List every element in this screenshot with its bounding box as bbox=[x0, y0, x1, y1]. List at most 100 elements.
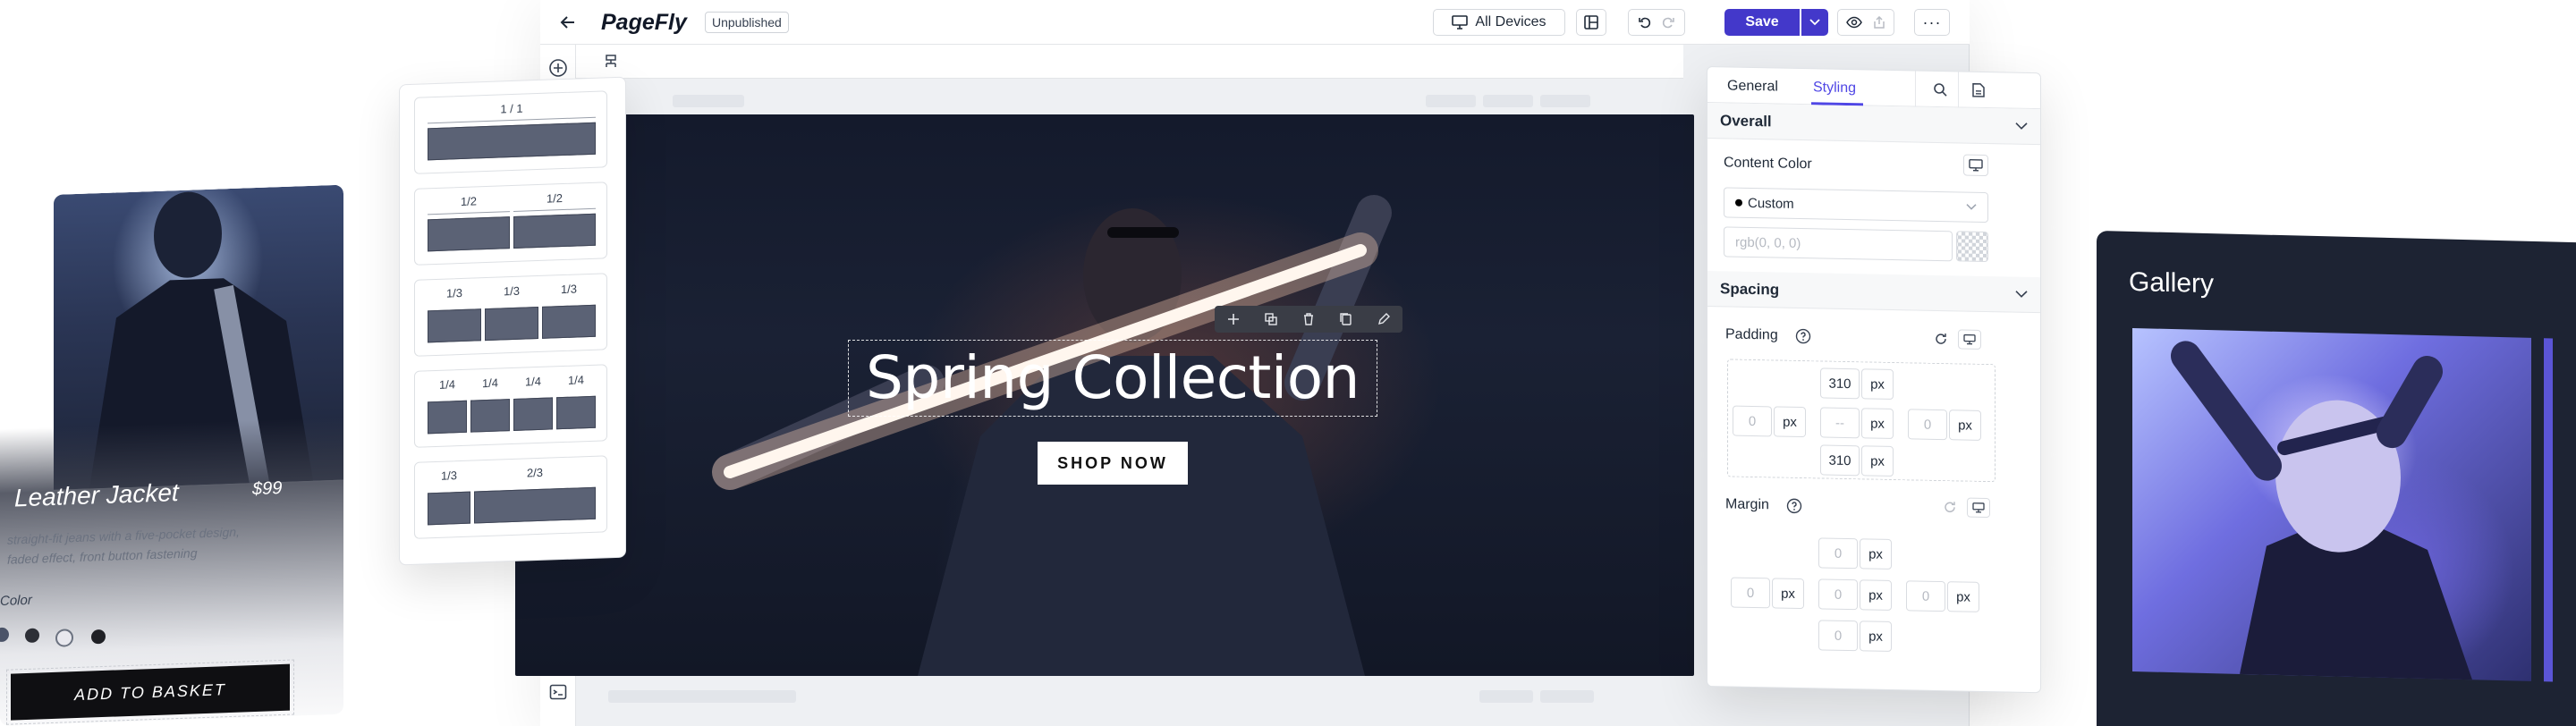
padding-top-unit[interactable]: px bbox=[1861, 368, 1894, 401]
product-card: Leather Jacket $99 straight-fit jeans wi… bbox=[0, 184, 343, 726]
padding-right-input[interactable]: 0 bbox=[1908, 409, 1947, 441]
padding-left-unit[interactable]: px bbox=[1774, 406, 1806, 438]
layout-option-1-1[interactable]: 1 / 1 bbox=[414, 90, 607, 174]
search-icon[interactable] bbox=[1933, 82, 1947, 97]
placeholder-bar bbox=[1426, 95, 1476, 107]
layout-column bbox=[485, 306, 538, 342]
hero-heading-selection[interactable]: Spring Collection bbox=[848, 340, 1377, 417]
padding-left-value: 0 bbox=[1748, 413, 1757, 429]
color-value-input[interactable]: rgb(0, 0, 0) bbox=[1724, 226, 1953, 262]
layout-option-1-3-2-3[interactable]: 1/3 2/3 bbox=[414, 455, 607, 539]
hero-section[interactable]: Spring Collection SHOP NOW bbox=[515, 114, 1694, 676]
add-element-icon[interactable] bbox=[547, 57, 569, 79]
add-to-basket-button[interactable]: ADD TO BASKET bbox=[6, 658, 294, 726]
layout-label: 1/3 bbox=[503, 283, 521, 299]
tab-divider bbox=[1915, 71, 1916, 107]
desktop-icon[interactable] bbox=[1967, 497, 1990, 519]
layout-label: 1/4 bbox=[481, 376, 499, 391]
tab-general[interactable]: General bbox=[1727, 78, 1778, 95]
layout-option-1-4[interactable]: 1/4 1/4 1/4 1/4 bbox=[414, 364, 607, 448]
move-icon[interactable] bbox=[1227, 313, 1240, 325]
eye-icon[interactable] bbox=[1846, 16, 1862, 29]
save-options-button[interactable] bbox=[1801, 9, 1828, 36]
desktop-icon[interactable] bbox=[1963, 154, 1988, 177]
help-icon[interactable] bbox=[1795, 328, 1811, 344]
margin-left-input[interactable]: 0 bbox=[1731, 577, 1770, 609]
padding-bottom-input[interactable]: 310 bbox=[1820, 444, 1860, 477]
layout-label: 1 / 1 bbox=[500, 101, 523, 116]
color-picker-swatch[interactable] bbox=[1956, 231, 1988, 263]
margin-center-unit[interactable]: px bbox=[1860, 579, 1892, 611]
layout-label: 1/2 bbox=[546, 191, 564, 206]
terminal-icon[interactable] bbox=[547, 681, 569, 703]
layout-column bbox=[428, 216, 510, 252]
tab-styling[interactable]: Styling bbox=[1813, 80, 1856, 97]
tab-divider bbox=[1958, 72, 1959, 108]
overall-section-header[interactable]: Overall bbox=[1707, 103, 2040, 146]
desktop-icon[interactable] bbox=[1958, 329, 1981, 350]
padding-left-input[interactable]: 0 bbox=[1733, 405, 1772, 437]
reset-icon[interactable] bbox=[1933, 331, 1949, 347]
reset-icon[interactable] bbox=[1942, 499, 1958, 515]
padding-bottom-unit[interactable]: px bbox=[1861, 445, 1894, 477]
undo-redo-group bbox=[1628, 9, 1685, 36]
layout-icon bbox=[1583, 14, 1599, 30]
placeholder-bar bbox=[1540, 690, 1594, 703]
margin-right-unit[interactable]: px bbox=[1947, 581, 1979, 612]
padding-right-unit[interactable]: px bbox=[1949, 409, 1981, 441]
redo-icon[interactable] bbox=[1661, 15, 1675, 30]
app-logo: PageFly bbox=[601, 10, 687, 35]
layout-option-1-2[interactable]: 1/2 1/2 bbox=[414, 182, 607, 266]
undo-icon[interactable] bbox=[1638, 15, 1652, 30]
duplicate-icon[interactable] bbox=[1265, 313, 1277, 325]
margin-top-input[interactable]: 0 bbox=[1818, 537, 1858, 570]
unit-label: px bbox=[1868, 587, 1883, 604]
margin-left-unit[interactable]: px bbox=[1772, 578, 1804, 610]
padding-top-input[interactable]: 310 bbox=[1820, 367, 1860, 400]
gallery-image[interactable] bbox=[2132, 327, 2531, 681]
layout-label: 1/4 bbox=[524, 374, 542, 389]
top-toolbar: PageFly Unpublished All Devices Save ··· bbox=[540, 0, 1970, 45]
layout-option-1-3[interactable]: 1/3 1/3 1/3 bbox=[414, 273, 607, 357]
margin-right-input[interactable]: 0 bbox=[1906, 580, 1945, 612]
style-brush-icon[interactable] bbox=[1377, 313, 1390, 325]
color-label: Color bbox=[0, 592, 32, 609]
layout-toggle-button[interactable] bbox=[1576, 9, 1606, 36]
device-selector-button[interactable]: All Devices bbox=[1433, 9, 1565, 36]
margin-center-value: 0 bbox=[1834, 587, 1843, 603]
margin-bottom-unit[interactable]: px bbox=[1860, 620, 1892, 652]
margin-top-unit[interactable]: px bbox=[1860, 538, 1892, 570]
padding-center-unit[interactable]: px bbox=[1861, 408, 1894, 440]
more-options-button[interactable]: ··· bbox=[1914, 9, 1950, 36]
add-to-basket-label: ADD TO BASKET bbox=[74, 680, 226, 704]
help-icon[interactable] bbox=[1786, 498, 1802, 514]
back-arrow-icon[interactable] bbox=[558, 13, 578, 32]
share-icon[interactable] bbox=[1873, 16, 1885, 29]
copy-icon[interactable] bbox=[1340, 313, 1352, 325]
padding-center-input[interactable]: -- bbox=[1820, 407, 1860, 439]
gallery-title: Gallery bbox=[2129, 266, 2215, 300]
unit-label: px bbox=[1870, 453, 1885, 469]
save-button[interactable]: Save bbox=[1724, 9, 1800, 36]
margin-center-input[interactable]: 0 bbox=[1818, 578, 1858, 611]
gallery-scrollbar[interactable] bbox=[2544, 338, 2553, 682]
color-value-placeholder: rgb(0, 0, 0) bbox=[1735, 234, 1801, 251]
desktop-icon bbox=[1452, 15, 1469, 30]
document-icon[interactable] bbox=[1972, 82, 1985, 97]
structure-icon[interactable] bbox=[603, 54, 619, 70]
sunglasses-shape bbox=[1107, 227, 1179, 238]
chevron-down-icon bbox=[1809, 19, 1820, 26]
placeholder-bar bbox=[608, 690, 796, 703]
overall-title: Overall bbox=[1720, 111, 1772, 130]
spacing-title: Spacing bbox=[1720, 279, 1780, 299]
spacing-section-header[interactable]: Spacing bbox=[1707, 271, 2040, 314]
layout-label: 1/3 bbox=[560, 282, 578, 297]
margin-label: Margin bbox=[1725, 496, 1769, 513]
layout-column bbox=[556, 395, 596, 430]
margin-bottom-input[interactable]: 0 bbox=[1818, 620, 1858, 652]
shop-now-label: SHOP NOW bbox=[1057, 453, 1168, 472]
delete-icon[interactable] bbox=[1302, 313, 1315, 325]
shop-now-button[interactable]: SHOP NOW bbox=[1038, 442, 1188, 485]
padding-top-value: 310 bbox=[1828, 376, 1852, 392]
color-mode-select[interactable]: Custom bbox=[1724, 187, 1988, 224]
